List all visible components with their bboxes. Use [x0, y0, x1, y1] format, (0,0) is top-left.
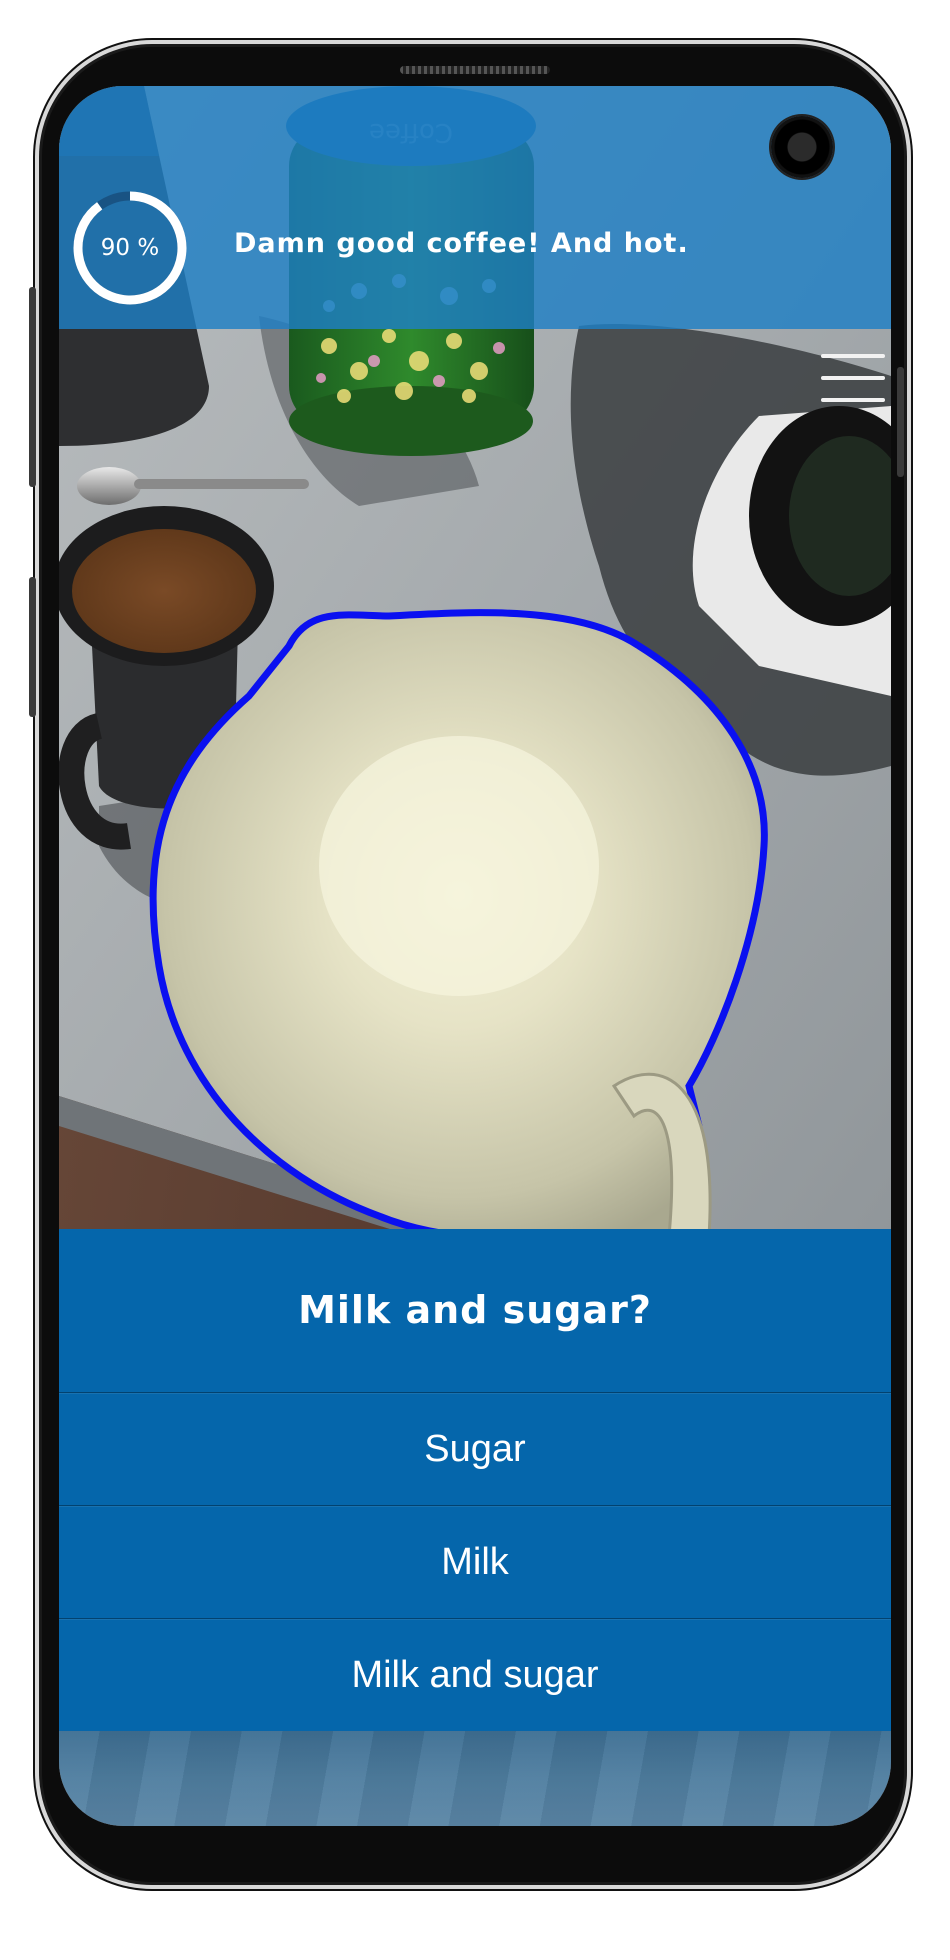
banner-message: Damn good coffee! And hot. [234, 228, 689, 259]
question-dialog: Milk and sugar? Sugar Milk Milk and suga… [59, 1229, 891, 1731]
hamburger-menu-icon[interactable] [821, 354, 887, 404]
power-button [897, 367, 904, 477]
floor-background [59, 1731, 891, 1826]
earpiece-speaker [400, 66, 550, 74]
option-milk-and-sugar-button[interactable]: Milk and sugar [59, 1618, 891, 1731]
option-milk-button[interactable]: Milk [59, 1505, 891, 1618]
progress-percentage: 90 % [100, 235, 160, 261]
question-title: Milk and sugar? [298, 1288, 652, 1332]
app-screen: Coffee [59, 86, 891, 1826]
option-sugar-button[interactable]: Sugar [59, 1392, 891, 1505]
front-camera-icon [771, 116, 833, 178]
volume-down-button [29, 577, 36, 717]
message-banner: 90 % Damn good coffee! And hot. [59, 86, 891, 329]
volume-up-button [29, 287, 36, 487]
